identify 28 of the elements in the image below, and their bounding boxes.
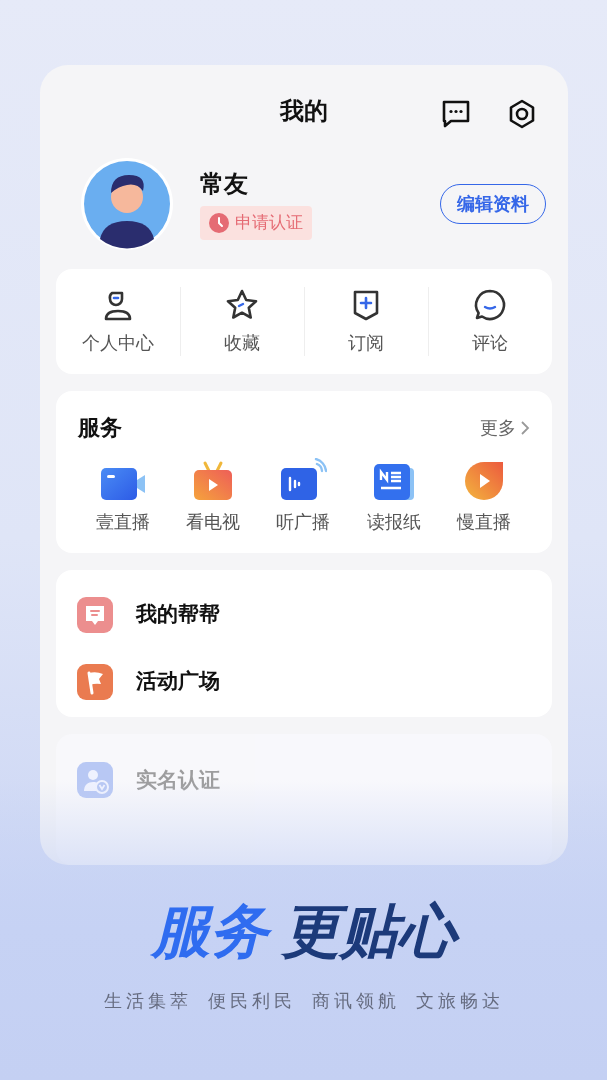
menu-item[interactable]: 活动广场 <box>135 666 220 698</box>
tagline-phrase: 商讯领航 <box>311 989 400 1013</box>
chevron-right-icon[interactable] <box>519 419 530 436</box>
quick-action-label[interactable]: 订阅 <box>348 328 384 356</box>
service-label[interactable]: 壹直播 <box>95 508 150 536</box>
avatar[interactable] <box>79 156 174 251</box>
tagline-phrase: 便民利民 <box>207 989 296 1013</box>
page-title: 我的 <box>279 95 328 127</box>
flag-icon <box>76 664 113 701</box>
service-label[interactable]: 读报纸 <box>366 508 421 536</box>
menu-item[interactable]: 我的帮帮 <box>135 599 220 631</box>
more-link[interactable]: 更多 <box>479 414 516 442</box>
tagline-phrase: 文旅畅达 <box>415 989 504 1013</box>
message-icon <box>76 597 113 634</box>
service-label[interactable]: 慢直播 <box>457 508 512 536</box>
clock-icon <box>208 212 229 233</box>
quick-action-label[interactable]: 评论 <box>472 328 508 356</box>
quick-action-label[interactable]: 收藏 <box>224 328 260 356</box>
service-label[interactable]: 看电视 <box>186 508 241 536</box>
services-title: 服务 <box>77 414 122 443</box>
quick-action-label[interactable]: 个人中心 <box>81 328 154 356</box>
user-check-icon <box>76 762 113 799</box>
radio-icon <box>279 458 328 503</box>
tagline-phrase: 生活集萃 <box>103 989 192 1013</box>
user-name: 常友 <box>199 168 249 200</box>
service-label[interactable]: 听广播 <box>276 508 331 536</box>
play-drop-icon <box>463 460 506 503</box>
newspaper-icon <box>371 462 416 503</box>
